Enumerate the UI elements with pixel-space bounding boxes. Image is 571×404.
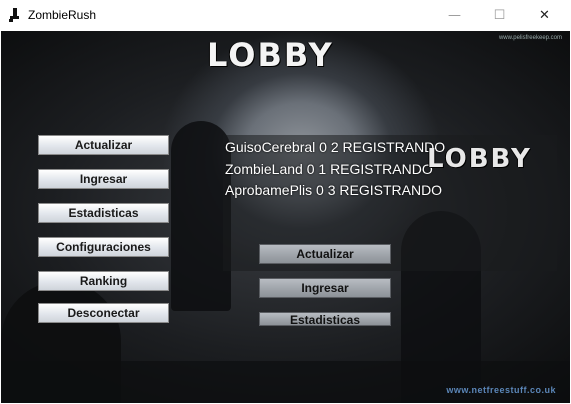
- close-icon: ✕: [539, 8, 550, 23]
- close-button[interactable]: ✕: [522, 0, 567, 31]
- credit-link: www.netfreestuff.co.uk: [446, 385, 556, 395]
- site-watermark: www.pelisfreekeep.com: [498, 35, 562, 41]
- actualizar-button[interactable]: Actualizar: [38, 135, 169, 155]
- minimize-icon: —: [448, 8, 461, 23]
- maximize-icon: ☐: [493, 8, 506, 23]
- configuraciones-button[interactable]: Configuraciones: [38, 237, 169, 257]
- ground-shadow: [1, 361, 570, 403]
- ghost-estadisticas-button[interactable]: Estadisticas: [259, 312, 391, 326]
- zombierush-window: ZombieRush — ☐ ✕ www.pelisfreekeep.com w…: [0, 0, 571, 404]
- ghost-ingresar-button[interactable]: Ingresar: [259, 278, 391, 298]
- estadisticas-button[interactable]: Estadisticas: [38, 203, 169, 223]
- minimize-button[interactable]: —: [432, 0, 477, 31]
- server-row[interactable]: AprobamePlis 0 3 REGISTRANDO: [225, 182, 442, 198]
- lobby-logo-ghost: LOBBY: [427, 144, 532, 174]
- ghost-actualizar-button[interactable]: Actualizar: [259, 244, 391, 264]
- window-title: ZombieRush: [28, 8, 97, 22]
- maximize-button[interactable]: ☐: [477, 0, 522, 31]
- desconectar-button[interactable]: Desconectar: [38, 303, 169, 323]
- server-row[interactable]: GuisoCerebral 0 2 REGISTRANDO: [225, 139, 445, 155]
- lobby-logo: LOBBY: [207, 36, 334, 74]
- ranking-button[interactable]: Ranking: [38, 271, 169, 291]
- ingresar-button[interactable]: Ingresar: [38, 169, 169, 189]
- title-bar[interactable]: ZombieRush — ☐ ✕: [0, 0, 571, 31]
- server-row[interactable]: ZombieLand 0 1 REGISTRANDO: [225, 161, 433, 177]
- app-icon: [9, 8, 19, 22]
- zombie-silhouette-left: [171, 121, 231, 311]
- lobby-background: www.pelisfreekeep.com www.netfreestuff.c…: [1, 31, 570, 403]
